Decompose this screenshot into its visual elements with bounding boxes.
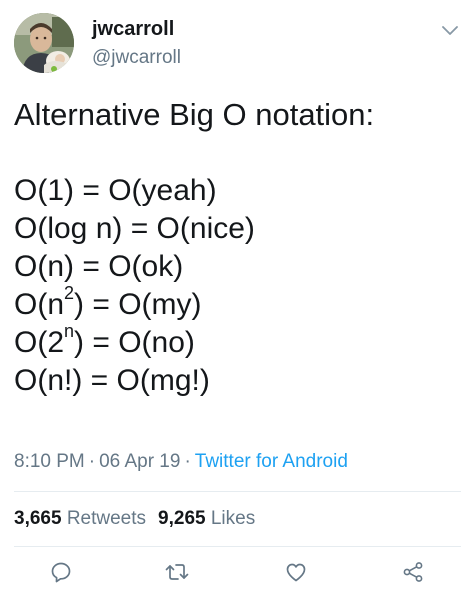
notation-line: O(n!) = O(mg!)	[14, 364, 210, 397]
divider	[14, 491, 461, 492]
retweets-count: 3,665	[14, 508, 62, 529]
likes-label: Likes	[210, 508, 256, 529]
notation-part: ) = O(my)	[74, 288, 202, 321]
likes-count: 9,265	[158, 508, 206, 529]
separator: ·	[184, 451, 191, 472]
tweet-actions	[0, 553, 475, 589]
notation-line: O(1) = O(yeah)	[14, 174, 217, 207]
likes-stat[interactable]: 9,265 Likes	[158, 508, 255, 529]
notation-part: O(2	[14, 326, 65, 359]
superscript: 2	[64, 283, 75, 303]
superscript: n	[64, 321, 75, 341]
tweet-intro: Alternative Big O notation:	[14, 97, 375, 132]
tweet-date[interactable]: 06 Apr 19	[99, 451, 180, 472]
notation-part: O(n	[14, 288, 65, 321]
user-handle[interactable]: @jwcarroll	[92, 46, 181, 70]
chevron-down-icon[interactable]	[437, 20, 463, 42]
heart-icon[interactable]	[281, 557, 311, 587]
notation-part: ) = O(no)	[74, 326, 195, 359]
notation-line: O(log n) = O(nice)	[14, 212, 255, 245]
separator: ·	[88, 451, 96, 472]
share-icon[interactable]	[398, 557, 428, 587]
tweet-source-link[interactable]: Twitter for Android	[195, 451, 348, 472]
notation-line: O(2n) = O(no)	[14, 321, 464, 362]
notation-line: O(n2) = O(my)	[14, 283, 464, 324]
tweet-text: Alternative Big O notation: O(1) = O(yea…	[14, 96, 464, 400]
tweet: jwcarroll @jwcarroll Alternative Big O n…	[0, 0, 475, 600]
retweets-label: Retweets	[66, 508, 147, 529]
avatar[interactable]	[14, 13, 74, 73]
tweet-metadata: 8:10 PM · 06 Apr 19 · Twitter for Android	[14, 450, 348, 474]
retweets-stat[interactable]: 3,665 Retweets	[14, 508, 146, 529]
notation-line: O(n) = O(ok)	[14, 250, 184, 283]
divider	[14, 546, 461, 547]
tweet-time[interactable]: 8:10 PM	[14, 451, 85, 472]
display-name[interactable]: jwcarroll	[92, 17, 174, 41]
reply-icon[interactable]	[46, 557, 76, 587]
tweet-stats: 3,665 Retweets 9,265 Likes	[14, 507, 267, 531]
avatar-photo	[14, 13, 74, 73]
retweet-icon[interactable]	[162, 557, 192, 587]
